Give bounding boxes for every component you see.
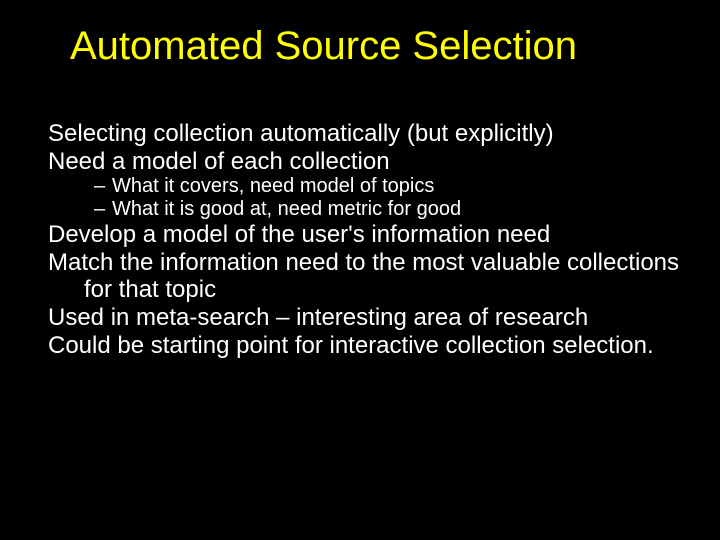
bullet-3: Develop a model of the user's informatio… xyxy=(48,221,680,249)
subbullet-2a-text: What it covers, need model of topics xyxy=(112,175,434,197)
dash-icon: – xyxy=(94,175,112,198)
bullet-6: Could be starting point for interactive … xyxy=(48,332,680,360)
subbullet-2b: –What it is good at, need metric for goo… xyxy=(48,198,680,221)
slide: Automated Source Selection Selecting col… xyxy=(0,0,720,540)
bullet-1: Selecting collection automatically (but … xyxy=(48,120,680,148)
slide-body: Selecting collection automatically (but … xyxy=(48,120,680,359)
slide-title: Automated Source Selection xyxy=(70,24,680,68)
dash-icon: – xyxy=(94,198,112,221)
bullet-2: Need a model of each collection xyxy=(48,148,680,176)
bullet-4: Match the information need to the most v… xyxy=(48,249,680,304)
subbullet-2a: –What it covers, need model of topics xyxy=(48,175,680,198)
subbullet-2b-text: What it is good at, need metric for good xyxy=(112,198,461,220)
bullet-5: Used in meta-search – interesting area o… xyxy=(48,304,680,332)
